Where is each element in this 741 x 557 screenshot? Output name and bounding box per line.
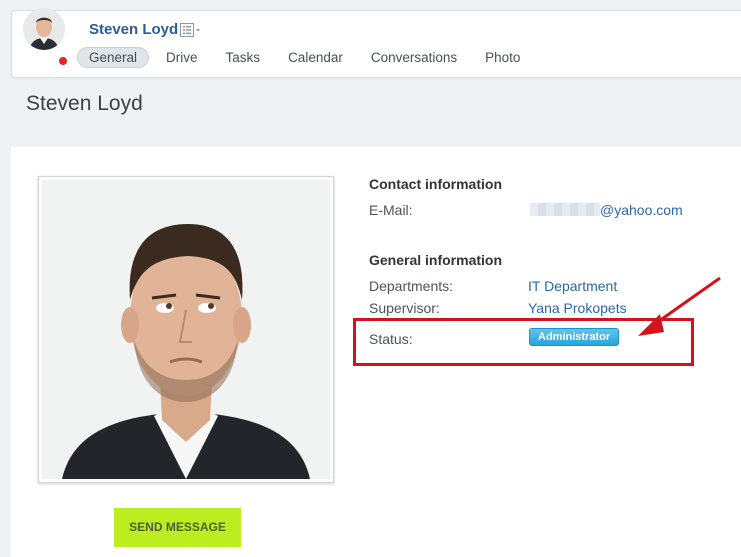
departments-value-link[interactable]: IT Department [528,278,617,294]
supervisor-value-link[interactable]: Yana Prokopets [528,300,627,316]
tab-general[interactable]: General [77,46,150,68]
redacted-email-user [530,203,600,216]
email-label: E-Mail: [369,202,413,218]
profile-photo[interactable] [38,176,334,483]
page-title: Steven Loyd [26,92,143,115]
send-message-button[interactable]: SEND MESSAGE [114,508,241,547]
tab-conversations[interactable]: Conversations [360,48,468,67]
email-value[interactable]: @yahoo.com [530,202,683,218]
supervisor-label: Supervisor: [369,300,440,316]
email-domain: @yahoo.com [600,202,683,218]
profile-tabs: General Drive Tasks Calendar Conversatio… [77,46,537,68]
online-status-indicator [58,56,68,66]
departments-label: Departments: [369,278,454,294]
list-menu-icon[interactable] [180,23,204,37]
tab-calendar[interactable]: Calendar [277,48,354,67]
tab-drive[interactable]: Drive [155,48,209,67]
annotation-arrow-icon [630,270,730,340]
profile-photo-image [42,180,330,479]
tab-photo[interactable]: Photo [474,48,531,67]
general-info-heading: General information [369,252,503,268]
contact-info-heading: Contact information [369,176,502,192]
user-name-link[interactable]: Steven Loyd [89,21,178,38]
avatar[interactable] [23,8,65,50]
tab-tasks[interactable]: Tasks [215,48,272,67]
